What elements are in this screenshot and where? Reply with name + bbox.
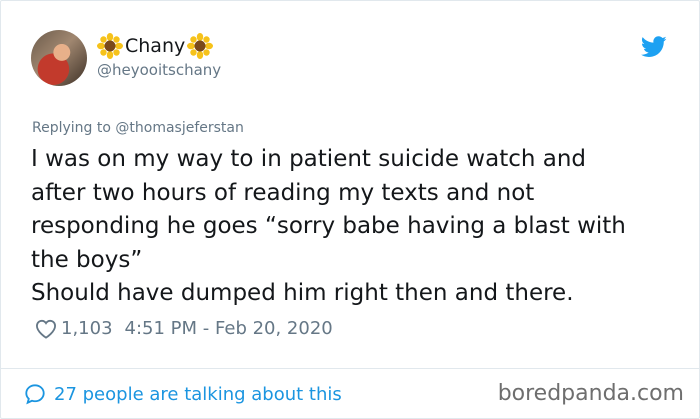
reply-mention-link[interactable]: @thomasjeferstan — [115, 120, 243, 136]
heart-icon[interactable] — [35, 319, 57, 339]
conversation-text[interactable]: 27 people are talking about this — [54, 384, 342, 405]
divider — [0, 368, 700, 369]
user-name-row[interactable]: Chany — [97, 33, 214, 59]
tweet-text: I was on my way to in patient suicide wa… — [31, 146, 626, 306]
avatar[interactable] — [31, 30, 87, 86]
twitter-bird-icon[interactable] — [641, 36, 667, 58]
timestamp[interactable]: 4:51 PM - Feb 20, 2020 — [125, 318, 333, 339]
sunflower-icon — [187, 33, 214, 59]
reply-prefix: Replying to — [32, 120, 116, 136]
display-name[interactable]: Chany — [125, 35, 185, 57]
tweet-meta: 1,103 4:51 PM - Feb 20, 2020 — [35, 318, 333, 339]
replying-to: Replying to @thomasjeferstan — [32, 120, 244, 136]
like-count[interactable]: 1,103 — [61, 318, 113, 339]
user-handle[interactable]: @heyooitschany — [97, 61, 221, 79]
sunflower-icon — [97, 33, 123, 59]
watermark: boredpanda.com — [497, 381, 684, 406]
speech-bubble-icon — [25, 384, 45, 405]
conversation-link[interactable]: 27 people are talking about this — [24, 383, 342, 405]
